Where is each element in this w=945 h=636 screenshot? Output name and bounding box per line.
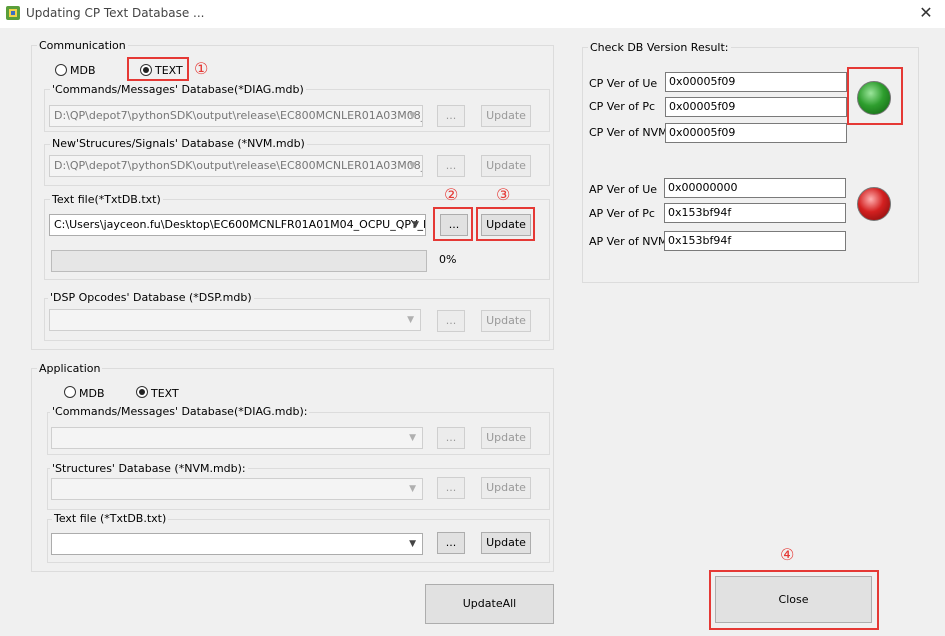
- cp-ue-label: CP Ver of Ue: [589, 77, 658, 90]
- comm-txt-progress-text: 0%: [439, 253, 457, 266]
- highlight-box-4: [709, 570, 879, 630]
- app-diag-label: 'Commands/Messages' Database(*DIAG.mdb):: [50, 405, 310, 418]
- title-bar: Updating CP Text Database ... ✕: [0, 0, 945, 28]
- chevron-down-icon: ▼: [407, 315, 414, 325]
- chevron-down-icon: ▼: [409, 539, 416, 549]
- app-text-radio[interactable]: [136, 386, 148, 398]
- comm-txt-combo[interactable]: C:\Users\jayceon.fu\Desktop\EC600MCNLFR0…: [49, 214, 426, 236]
- comm-nvm-value: D:\QP\depot7\pythonSDK\output\release\EC…: [54, 159, 423, 172]
- comm-diag-browse-button[interactable]: ...: [437, 105, 465, 127]
- ap-pc-label: AP Ver of Pc: [589, 207, 655, 220]
- highlight-box-1: [127, 57, 189, 81]
- comm-mdb-radio[interactable]: [55, 64, 67, 76]
- comm-txt-label: Text file(*TxtDB.txt): [50, 193, 163, 206]
- window-close-icon[interactable]: ✕: [914, 2, 938, 24]
- comm-txt-progress-bar: [51, 250, 427, 272]
- app-txt-combo[interactable]: ▼: [51, 533, 423, 555]
- ap-pc-value[interactable]: 0x153bf94f: [664, 203, 846, 223]
- app-txt-update-button[interactable]: Update: [481, 532, 531, 554]
- comm-dsp-combo[interactable]: ▼: [49, 309, 421, 331]
- update-all-button[interactable]: UpdateAll: [425, 584, 554, 624]
- ap-nvm-value[interactable]: 0x153bf94f: [664, 231, 846, 251]
- ap-ue-value[interactable]: 0x00000000: [664, 178, 846, 198]
- highlight-box-led: [847, 67, 903, 125]
- application-label: Application: [37, 362, 103, 375]
- app-text-radio-label: TEXT: [151, 387, 179, 400]
- app-diag-combo[interactable]: ▼: [51, 427, 423, 449]
- app-txt-browse-button[interactable]: ...: [437, 532, 465, 554]
- comm-nvm-update-button[interactable]: Update: [481, 155, 531, 177]
- ap-status-led-icon: [857, 187, 891, 221]
- comm-dsp-update-button[interactable]: Update: [481, 310, 531, 332]
- app-diag-browse-button[interactable]: ...: [437, 427, 465, 449]
- app-mdb-radio[interactable]: [64, 386, 76, 398]
- annotation-2: ②: [444, 185, 459, 204]
- comm-nvm-browse-button[interactable]: ...: [437, 155, 465, 177]
- chevron-down-icon: ▼: [409, 111, 416, 121]
- annotation-3: ③: [496, 185, 511, 204]
- cp-pc-value[interactable]: 0x00005f09: [665, 97, 847, 117]
- app-diag-update-button[interactable]: Update: [481, 427, 531, 449]
- comm-diag-value: D:\QP\depot7\pythonSDK\output\release\EC…: [54, 109, 423, 122]
- comm-nvm-combo[interactable]: D:\QP\depot7\pythonSDK\output\release\EC…: [49, 155, 423, 177]
- app-nvm-combo[interactable]: ▼: [51, 478, 423, 500]
- ap-ue-label: AP Ver of Ue: [589, 183, 658, 196]
- check-result-label: Check DB Version Result:: [588, 41, 731, 54]
- highlight-box-2: [433, 207, 473, 241]
- annotation-4: ④: [780, 545, 795, 564]
- app-nvm-update-button[interactable]: Update: [481, 477, 531, 499]
- cp-pc-label: CP Ver of Pc: [589, 100, 656, 113]
- cp-nvm-value[interactable]: 0x00005f09: [665, 123, 847, 143]
- comm-mdb-radio-label: MDB: [70, 64, 96, 77]
- app-icon: [6, 6, 20, 20]
- chevron-down-icon: ▼: [409, 484, 416, 494]
- app-nvm-label: 'Structures' Database (*NVM.mdb):: [50, 462, 248, 475]
- highlight-box-3: [476, 207, 535, 241]
- comm-dsp-label: 'DSP Opcodes' Database (*DSP.mdb): [48, 291, 254, 304]
- comm-txt-value: C:\Users\jayceon.fu\Desktop\EC600MCNLFR0…: [54, 218, 426, 231]
- comm-diag-update-button[interactable]: Update: [481, 105, 531, 127]
- comm-dsp-browse-button[interactable]: ...: [437, 310, 465, 332]
- chevron-down-icon: ▼: [409, 433, 416, 443]
- ap-nvm-label: AP Ver of NVM: [589, 235, 668, 248]
- comm-diag-combo[interactable]: D:\QP\depot7\pythonSDK\output\release\EC…: [49, 105, 423, 127]
- chevron-down-icon: ▼: [412, 220, 419, 230]
- window-title: Updating CP Text Database ...: [26, 6, 205, 20]
- chevron-down-icon: ▼: [409, 161, 416, 171]
- cp-nvm-label: CP Ver of NVM: [589, 126, 668, 139]
- annotation-1: ①: [194, 59, 209, 78]
- app-mdb-radio-label: MDB: [79, 387, 105, 400]
- comm-diag-label: 'Commands/Messages' Database(*DIAG.mdb): [50, 83, 306, 96]
- communication-label: Communication: [37, 39, 128, 52]
- comm-nvm-label: New'Strucures/Signals' Database (*NVM.md…: [50, 137, 307, 150]
- app-nvm-browse-button[interactable]: ...: [437, 477, 465, 499]
- app-txt-label: Text file (*TxtDB.txt): [52, 512, 169, 525]
- cp-ue-value[interactable]: 0x00005f09: [665, 72, 847, 92]
